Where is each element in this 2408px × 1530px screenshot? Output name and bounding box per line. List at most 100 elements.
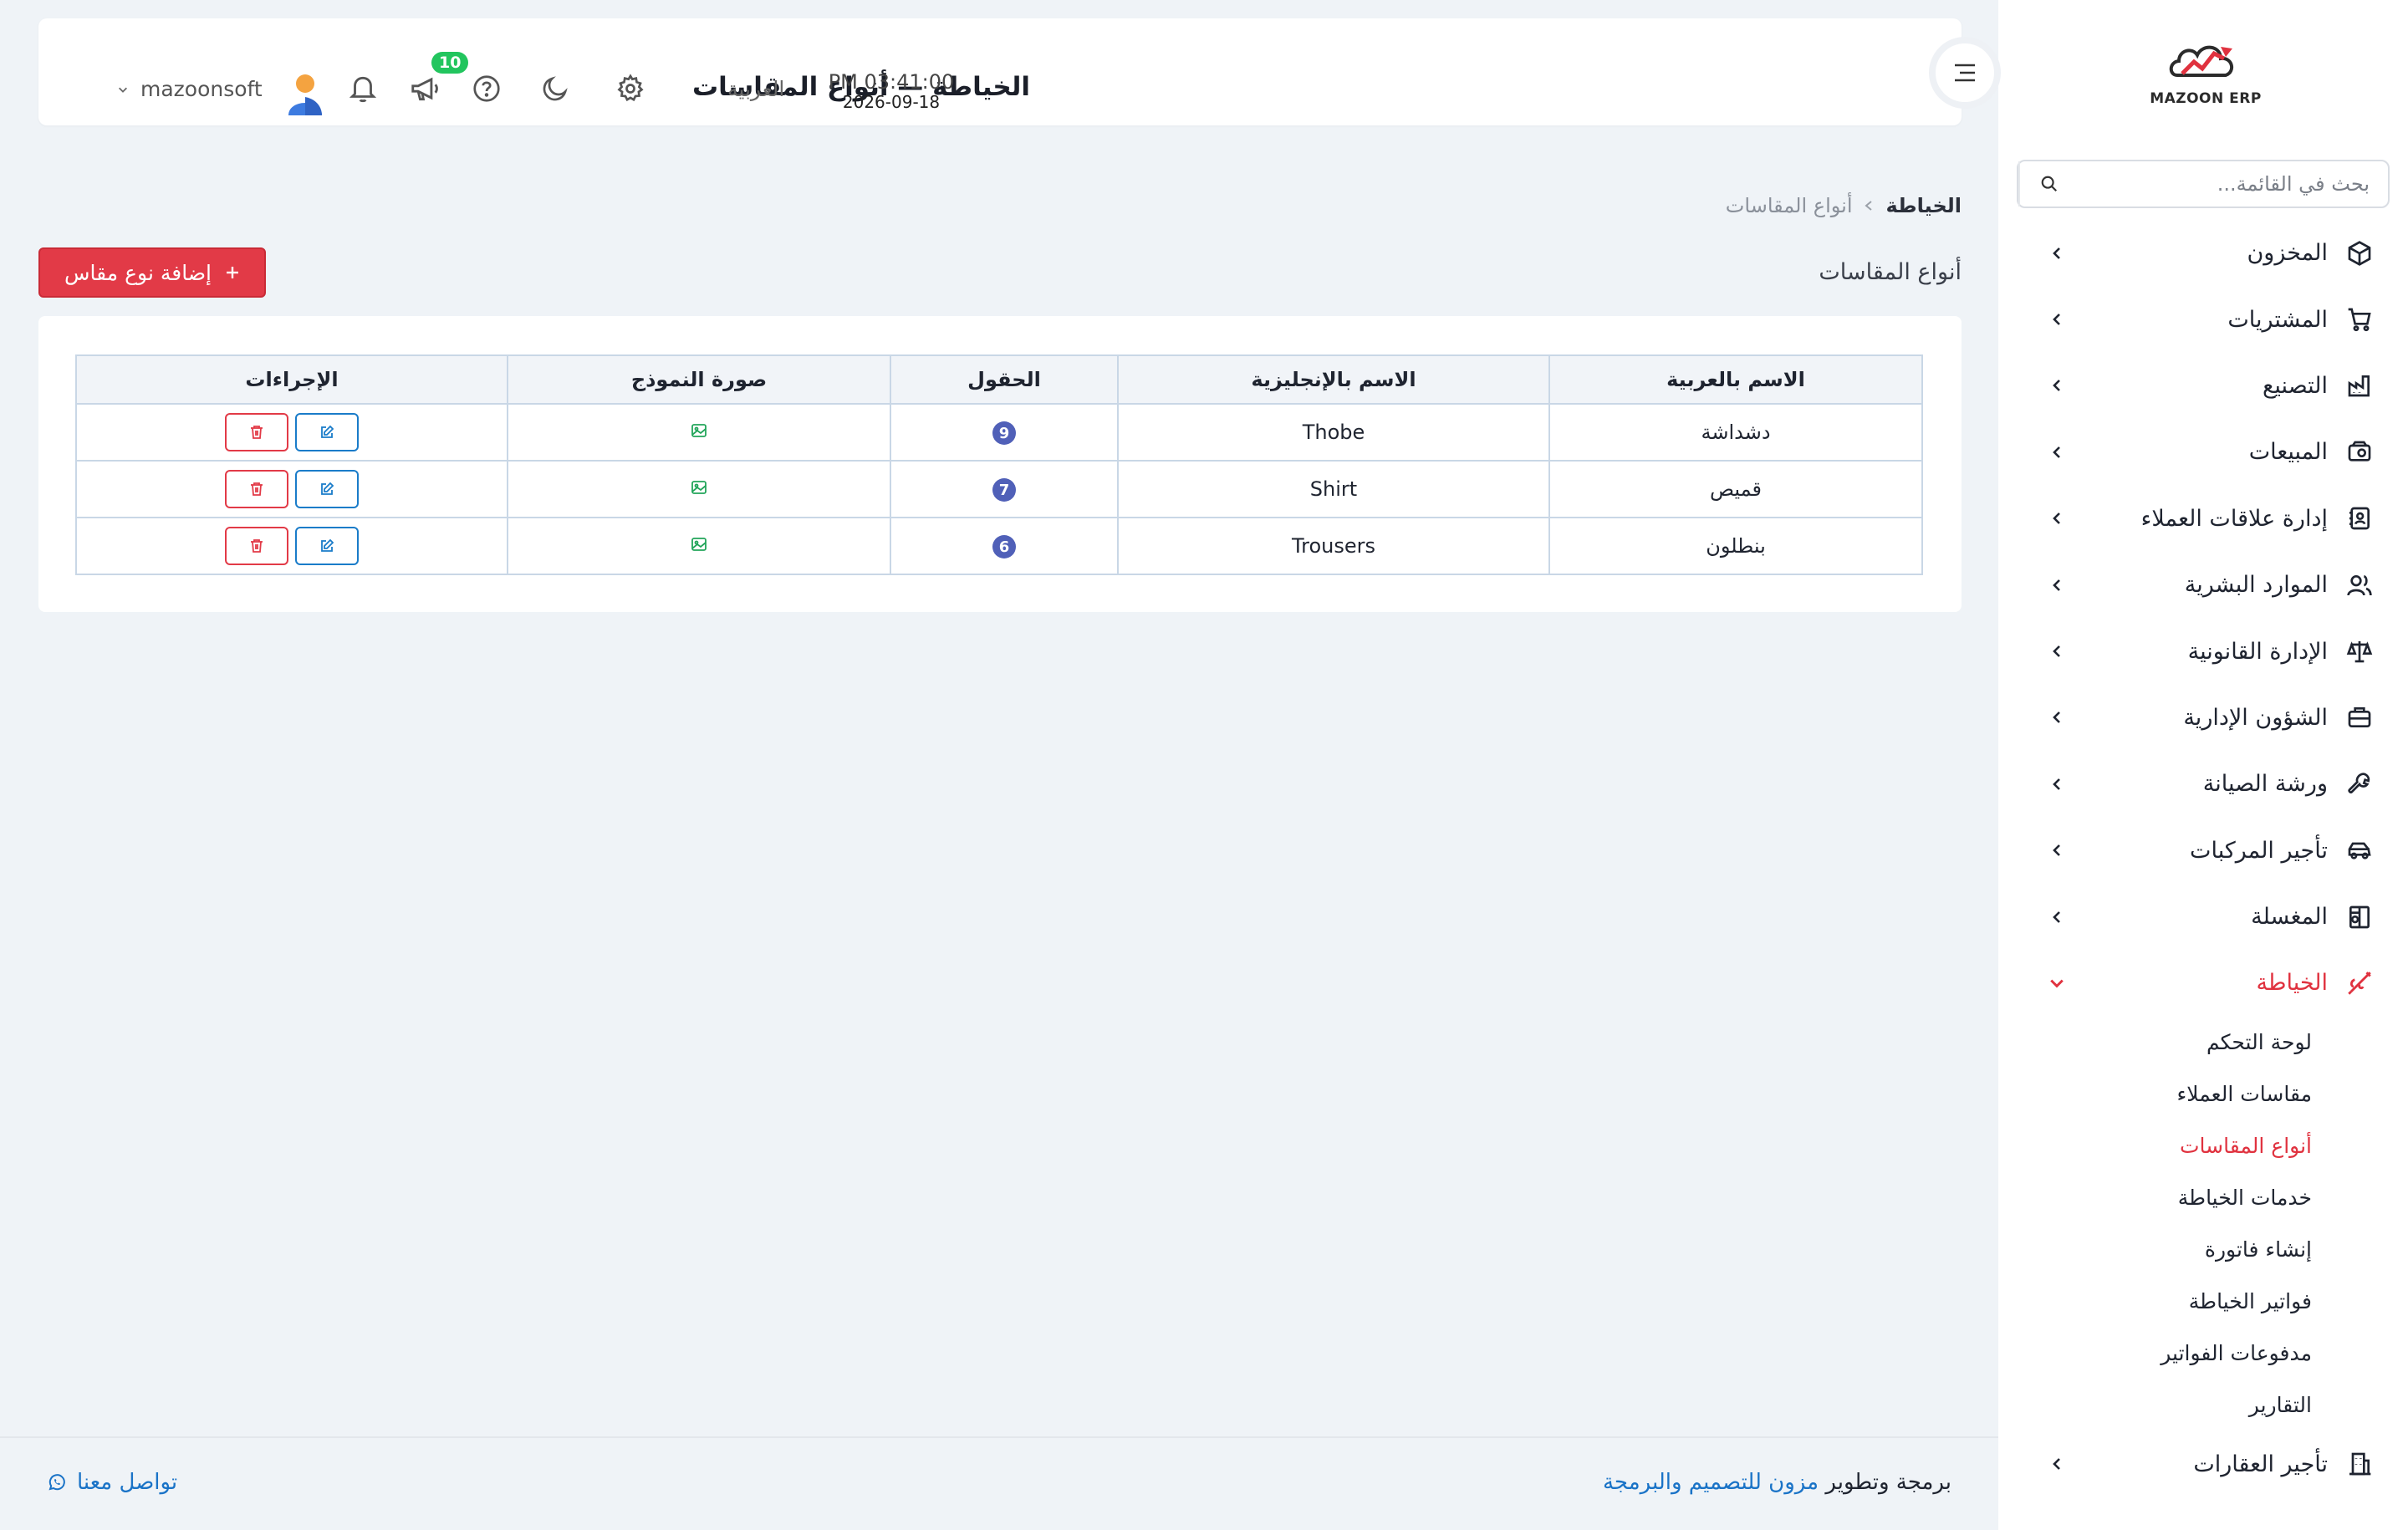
sidebar-item-label: الإدارة القانونية	[2187, 638, 2328, 665]
trash-icon	[248, 481, 265, 497]
delete-button[interactable]	[225, 413, 288, 451]
whatsapp-icon	[47, 1472, 67, 1492]
image-icon[interactable]	[691, 422, 707, 439]
submenu-item-measurement-types[interactable]: أنواع المقاسات	[1998, 1120, 2408, 1172]
cell-english-name: Trousers	[1117, 517, 1550, 575]
column-header-english-name[interactable]: الاسم بالإنجليزية	[1117, 354, 1550, 405]
sidebar-item-admin-affairs[interactable]: الشؤون الإدارية	[1998, 685, 2408, 751]
cell-fields: 9	[890, 403, 1119, 462]
fields-count-badge: 9	[992, 421, 1016, 446]
breadcrumb: الخياطة أنواع المقاسات	[1726, 194, 1962, 217]
sidebar-item-legal[interactable]: الإدارة القانونية	[1998, 618, 2408, 684]
column-header-model-image[interactable]: صورة النموذج	[507, 354, 891, 405]
register-icon	[2343, 436, 2376, 469]
image-icon[interactable]	[691, 536, 707, 553]
settings-gear-icon[interactable]	[612, 70, 649, 107]
cell-arabic-name: بنطلون	[1548, 517, 1923, 575]
edit-button[interactable]	[295, 527, 359, 565]
submenu-item-tailoring-services[interactable]: خدمات الخياطة	[1998, 1172, 2408, 1224]
sidebar-item-tailoring[interactable]: الخياطة	[1998, 950, 2408, 1016]
building-icon	[2343, 1447, 2376, 1481]
sidebar-item-manufacturing[interactable]: التصنيع	[1998, 353, 2408, 419]
clock-time: PM 03:41:00	[828, 70, 955, 94]
car-icon	[2343, 834, 2376, 867]
column-header-arabic-name[interactable]: الاسم بالعربية	[1548, 354, 1923, 405]
sidebar-item-label: تأجير المركبات	[2190, 837, 2328, 864]
submenu-item-create-invoice[interactable]: إنشاء فاتورة	[1998, 1224, 2408, 1276]
sidebar-item-maintenance[interactable]: ورشة الصيانة	[1998, 751, 2408, 817]
chevron-left-icon	[2047, 774, 2067, 794]
sidebar-item-real-estate-rental[interactable]: تأجير العقارات	[1998, 1431, 2408, 1497]
dark-mode-moon-icon[interactable]	[537, 70, 574, 107]
submenu-item-dashboard[interactable]: لوحة التحكم	[1998, 1017, 2408, 1068]
cell-english-name: Thobe	[1117, 403, 1550, 462]
pencil-icon	[319, 424, 335, 441]
cell-arabic-name: دشداشة	[1548, 403, 1923, 462]
contact-us-link[interactable]: تواصل معنا	[47, 1470, 177, 1495]
footer: برمجة وتطوير مزون للتصميم والبرمجة تواصل…	[0, 1436, 1998, 1530]
sidebar-item-label: تأجير العقارات	[2193, 1451, 2328, 1477]
row-actions	[225, 413, 359, 451]
cell-actions	[75, 517, 508, 575]
language-switcher[interactable]: العربية	[727, 77, 784, 101]
submenu-item-customer-measurements[interactable]: مقاسات العملاء	[1998, 1068, 2408, 1120]
sidebar-toggle-button[interactable]	[1929, 37, 2001, 109]
chevron-left-icon	[2047, 442, 2067, 462]
chevron-left-icon	[1864, 200, 1874, 212]
cell-model-image	[507, 517, 891, 575]
sidebar-item-vehicle-rental[interactable]: تأجير المركبات	[1998, 818, 2408, 884]
table-row: قميص Shirt 7	[75, 460, 1923, 518]
row-actions	[225, 527, 359, 565]
sidebar-search-input[interactable]	[2079, 161, 2388, 207]
user-menu[interactable]: mazoonsoft	[117, 77, 263, 101]
sidebar-item-label: إدارة علاقات العملاء	[2140, 505, 2328, 532]
username: mazoonsoft	[140, 77, 263, 101]
delete-button[interactable]	[225, 527, 288, 565]
credit-brand-link[interactable]: مزون للتصميم والبرمجة	[1603, 1470, 1819, 1495]
column-header-fields[interactable]: الحقول	[890, 354, 1119, 405]
plus-icon	[225, 265, 240, 280]
breadcrumb-root[interactable]: الخياطة	[1885, 194, 1962, 217]
pencil-icon	[319, 538, 335, 554]
delete-button[interactable]	[225, 470, 288, 508]
search-icon[interactable]	[2018, 161, 2079, 207]
users-icon	[2343, 569, 2376, 602]
chevron-left-icon	[2047, 641, 2067, 661]
sidebar-item-crm[interactable]: إدارة علاقات العملاء	[1998, 486, 2408, 552]
help-icon[interactable]	[468, 70, 505, 107]
submenu-item-reports[interactable]: التقارير	[1998, 1380, 2408, 1431]
edit-button[interactable]	[295, 413, 359, 451]
image-icon[interactable]	[691, 479, 707, 496]
edit-button[interactable]	[295, 470, 359, 508]
add-button-label: إضافة نوع مقاس	[64, 260, 212, 285]
contact-label: تواصل معنا	[77, 1470, 178, 1495]
sidebar-item-hr[interactable]: الموارد البشرية	[1998, 552, 2408, 618]
sidebar-item-inventory[interactable]: المخزون	[1998, 220, 2408, 286]
table-row: بنطلون Trousers 6	[75, 517, 1923, 575]
fields-count-badge: 6	[992, 535, 1016, 559]
table-header-row: الاسم بالعربية الاسم بالإنجليزية الحقول …	[75, 354, 1923, 405]
chevron-down-icon	[2047, 973, 2067, 993]
avatar[interactable]	[286, 72, 324, 115]
sidebar-item-laundry[interactable]: المغسلة	[1998, 884, 2408, 950]
submenu-item-invoice-payments[interactable]: مدفوعات الفواتير	[1998, 1328, 2408, 1380]
announcements-megaphone-icon[interactable]	[406, 70, 443, 107]
submenu-item-tailoring-invoices[interactable]: فواتير الخياطة	[1998, 1276, 2408, 1328]
sidebar-item-label: المشتريات	[2227, 306, 2328, 333]
section-title: أنواع المقاسات	[1819, 259, 1962, 285]
contacts-icon	[2343, 502, 2376, 535]
sidebar-item-label: المغسلة	[2251, 904, 2328, 931]
breadcrumb-current: أنواع المقاسات	[1725, 194, 1853, 217]
cell-actions	[75, 460, 508, 518]
cell-english-name: Shirt	[1117, 460, 1550, 518]
pencil-icon	[319, 481, 335, 497]
chevron-left-icon	[2047, 1454, 2067, 1474]
notifications-bell-icon[interactable]	[344, 70, 381, 107]
sidebar-item-purchases[interactable]: المشتريات	[1998, 286, 2408, 352]
sidebar-item-sales[interactable]: المبيعات	[1998, 419, 2408, 485]
measurement-types-table: الاسم بالعربية الاسم بالإنجليزية الحقول …	[75, 354, 1923, 575]
add-measurement-type-button[interactable]: إضافة نوع مقاس	[38, 247, 266, 298]
logo-text: MAZOON ERP	[2150, 90, 2262, 107]
sidebar-item-label: ورشة الصيانة	[2202, 771, 2328, 798]
logo[interactable]: MAZOON ERP	[2147, 33, 2264, 117]
